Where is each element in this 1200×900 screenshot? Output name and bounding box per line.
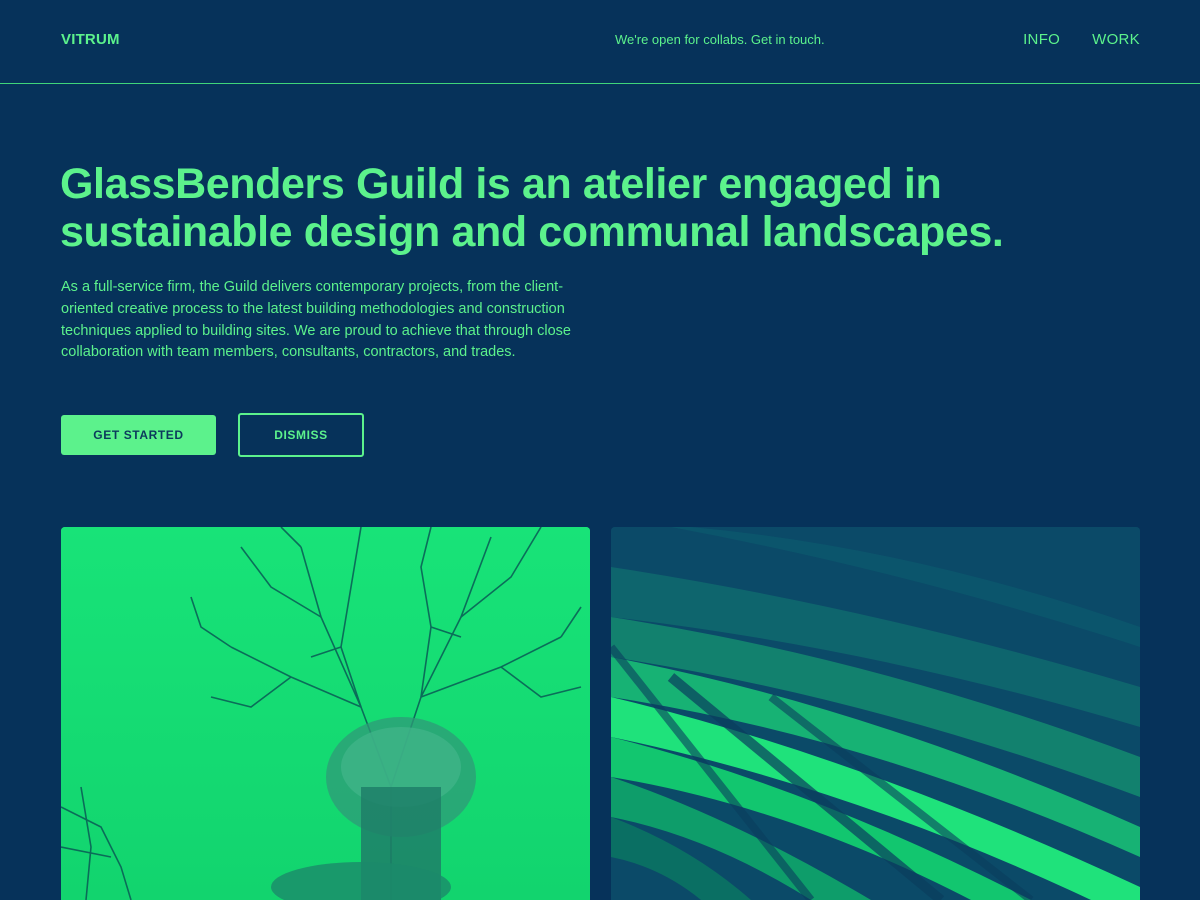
get-started-button[interactable]: GET STARTED: [61, 415, 216, 455]
nav-item-work[interactable]: WORK: [1092, 31, 1140, 48]
hero-description: As a full-service firm, the Guild delive…: [61, 279, 571, 361]
header-tagline: We're open for collabs. Get in touch.: [615, 32, 825, 47]
nav-item-info[interactable]: INFO: [1023, 31, 1060, 48]
gallery-image-supertree: [61, 527, 590, 900]
site-header: VITRUM We're open for collabs. Get in to…: [0, 0, 1200, 84]
canopy-image: [611, 527, 1140, 900]
supertree-image: [61, 527, 590, 900]
hero-title: GlassBenders Guild is an atelier engaged…: [60, 160, 1004, 256]
gallery-image-canopy: [611, 527, 1140, 900]
dismiss-button[interactable]: DISMISS: [238, 413, 364, 457]
logo-link[interactable]: VITRUM: [61, 31, 120, 48]
main-nav: INFO WORK: [1023, 31, 1140, 48]
